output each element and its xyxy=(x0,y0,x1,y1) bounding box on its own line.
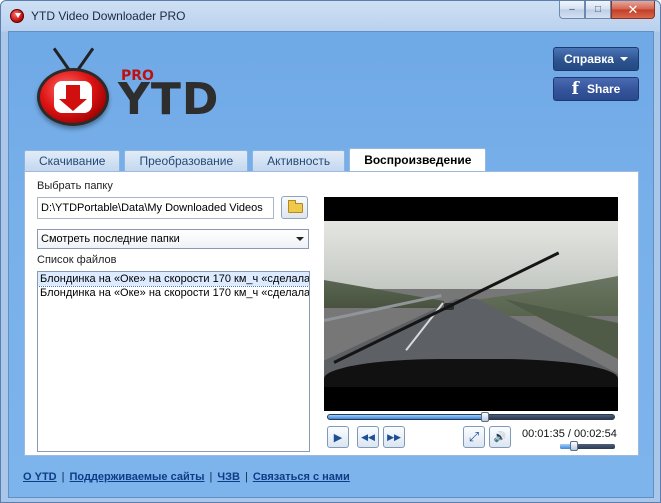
recent-folders-value: Смотреть последние папки xyxy=(41,233,180,245)
tab-activity[interactable]: Активность xyxy=(252,150,346,171)
playback-panel: Выбрать папку D:\YTDPortable\Data\My Dow… xyxy=(24,171,639,456)
antenna-right xyxy=(76,47,95,71)
title-bar[interactable]: YTD Video Downloader PRO – □ ✕ xyxy=(1,1,660,31)
video-player[interactable] xyxy=(324,197,618,411)
seek-bar-thumb[interactable] xyxy=(481,412,489,422)
folder-icon xyxy=(288,200,303,213)
fullscreen-button[interactable]: ⤢ xyxy=(463,426,485,448)
download-arrow-icon xyxy=(59,85,87,111)
rewind-button[interactable]: ◀◀ xyxy=(357,426,379,448)
play-icon: ▶ xyxy=(333,431,343,444)
tab-convert[interactable]: Преобразование xyxy=(124,150,249,171)
link-about[interactable]: О YTD xyxy=(23,471,57,483)
fullscreen-icon: ⤢ xyxy=(468,429,480,444)
tv-logo-icon xyxy=(37,68,109,126)
mute-button[interactable]: 🔊 xyxy=(489,426,511,448)
file-list-item[interactable]: Блондинка на «Оке» на скорости 170 км_ч … xyxy=(38,286,309,300)
link-contact[interactable]: Связаться с нами xyxy=(253,471,350,483)
link-faq[interactable]: ЧЗВ xyxy=(217,471,240,483)
share-button[interactable]: f Share xyxy=(553,77,639,101)
footer-links: О YTD | Поддерживаемые сайты | ЧЗВ | Связаться… xyxy=(23,471,350,483)
forward-button[interactable]: ▶▶ xyxy=(383,426,405,448)
rewind-icon: ◀◀ xyxy=(361,431,375,442)
tab-playback[interactable]: Воспроизведение xyxy=(349,148,487,171)
volume-slider-thumb[interactable] xyxy=(570,441,578,451)
footer-separator: | xyxy=(61,471,65,483)
volume-slider[interactable] xyxy=(560,441,615,451)
recent-folders-select[interactable]: Смотреть последние папки xyxy=(37,229,309,249)
seek-bar-fill xyxy=(328,415,485,419)
logo-ytd-text: YTD xyxy=(118,74,220,125)
video-frame xyxy=(324,221,618,387)
tab-download[interactable]: Скачивание xyxy=(24,150,121,171)
current-time: 00:01:35 xyxy=(522,428,565,440)
time-display: 00:01:35 / 00:02:54 xyxy=(522,428,617,440)
footer-separator: | xyxy=(209,471,213,483)
play-button[interactable]: ▶ xyxy=(327,426,349,448)
ytd-logo: PRO YTD xyxy=(34,38,224,148)
client-area: PRO YTD Справка f Share Скачивание Преоб… xyxy=(8,31,654,498)
link-supported-sites[interactable]: Поддерживаемые сайты xyxy=(69,471,204,483)
total-time: 00:02:54 xyxy=(574,428,617,440)
dropdown-arrow-icon xyxy=(296,237,304,241)
window-controls: – □ ✕ xyxy=(559,1,655,19)
file-list-item[interactable]: Блондинка на «Оке» на скорости 170 км_ч … xyxy=(38,272,309,287)
video-sky xyxy=(324,221,618,289)
antenna-left xyxy=(52,47,71,71)
folder-path-field[interactable]: D:\YTDPortable\Data\My Downloaded Videos xyxy=(37,197,274,219)
caret-down-icon xyxy=(619,57,628,61)
close-button[interactable]: ✕ xyxy=(611,1,655,19)
help-button-label: Справка xyxy=(564,52,614,66)
video-dashboard xyxy=(324,359,618,387)
help-menu-button[interactable]: Справка xyxy=(553,47,639,71)
file-list[interactable]: Блондинка на «Оке» на скорости 170 км_ч … xyxy=(37,271,310,452)
minimize-button[interactable]: – xyxy=(559,1,585,19)
share-button-label: Share xyxy=(586,82,621,96)
fast-forward-icon: ▶▶ xyxy=(387,431,401,442)
facebook-icon: f xyxy=(571,79,579,99)
tab-bar: Скачивание Преобразование Активность Вос… xyxy=(24,148,490,171)
seek-bar[interactable] xyxy=(327,412,615,422)
maximize-button[interactable]: □ xyxy=(585,1,611,19)
speaker-icon: 🔊 xyxy=(493,431,507,443)
window-title: YTD Video Downloader PRO xyxy=(31,9,186,23)
footer-separator: | xyxy=(244,471,248,483)
browse-folder-button[interactable] xyxy=(281,196,308,219)
app-icon xyxy=(10,9,24,23)
file-list-label: Список файлов xyxy=(37,254,117,266)
folder-label: Выбрать папку xyxy=(37,180,113,192)
app-window: YTD Video Downloader PRO – □ ✕ PRO YTD С… xyxy=(0,0,661,503)
time-separator: / xyxy=(564,428,574,440)
